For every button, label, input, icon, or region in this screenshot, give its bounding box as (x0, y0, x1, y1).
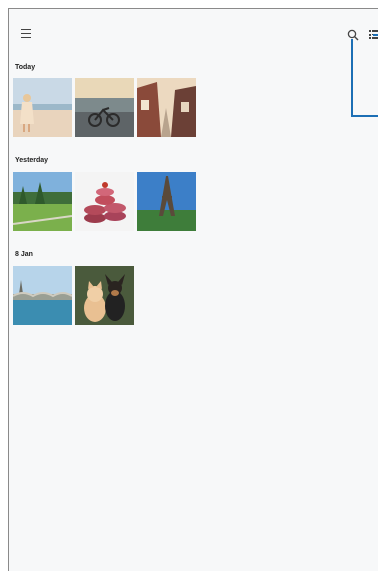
photo-green-park[interactable] (13, 172, 72, 231)
photo-river-bridge[interactable] (13, 266, 72, 325)
photo-cat-and-dog[interactable] (75, 266, 134, 325)
section-label-yesterday: Yesterday (15, 157, 49, 164)
photos-app-window: Today Yesterday 8 Jan (8, 8, 378, 571)
callout-pointer (373, 34, 378, 36)
section-label-8-jan: 8 Jan (15, 251, 33, 258)
callout-line (351, 39, 378, 117)
section-label-today: Today (15, 64, 36, 71)
photo-bike-on-beach[interactable] (75, 78, 134, 137)
photo-macarons[interactable] (75, 172, 134, 231)
photo-village-street[interactable] (137, 78, 196, 137)
photo-beach-girl[interactable] (13, 78, 72, 137)
menu-icon[interactable] (21, 29, 31, 39)
photo-eiffel-tower[interactable] (137, 172, 196, 231)
